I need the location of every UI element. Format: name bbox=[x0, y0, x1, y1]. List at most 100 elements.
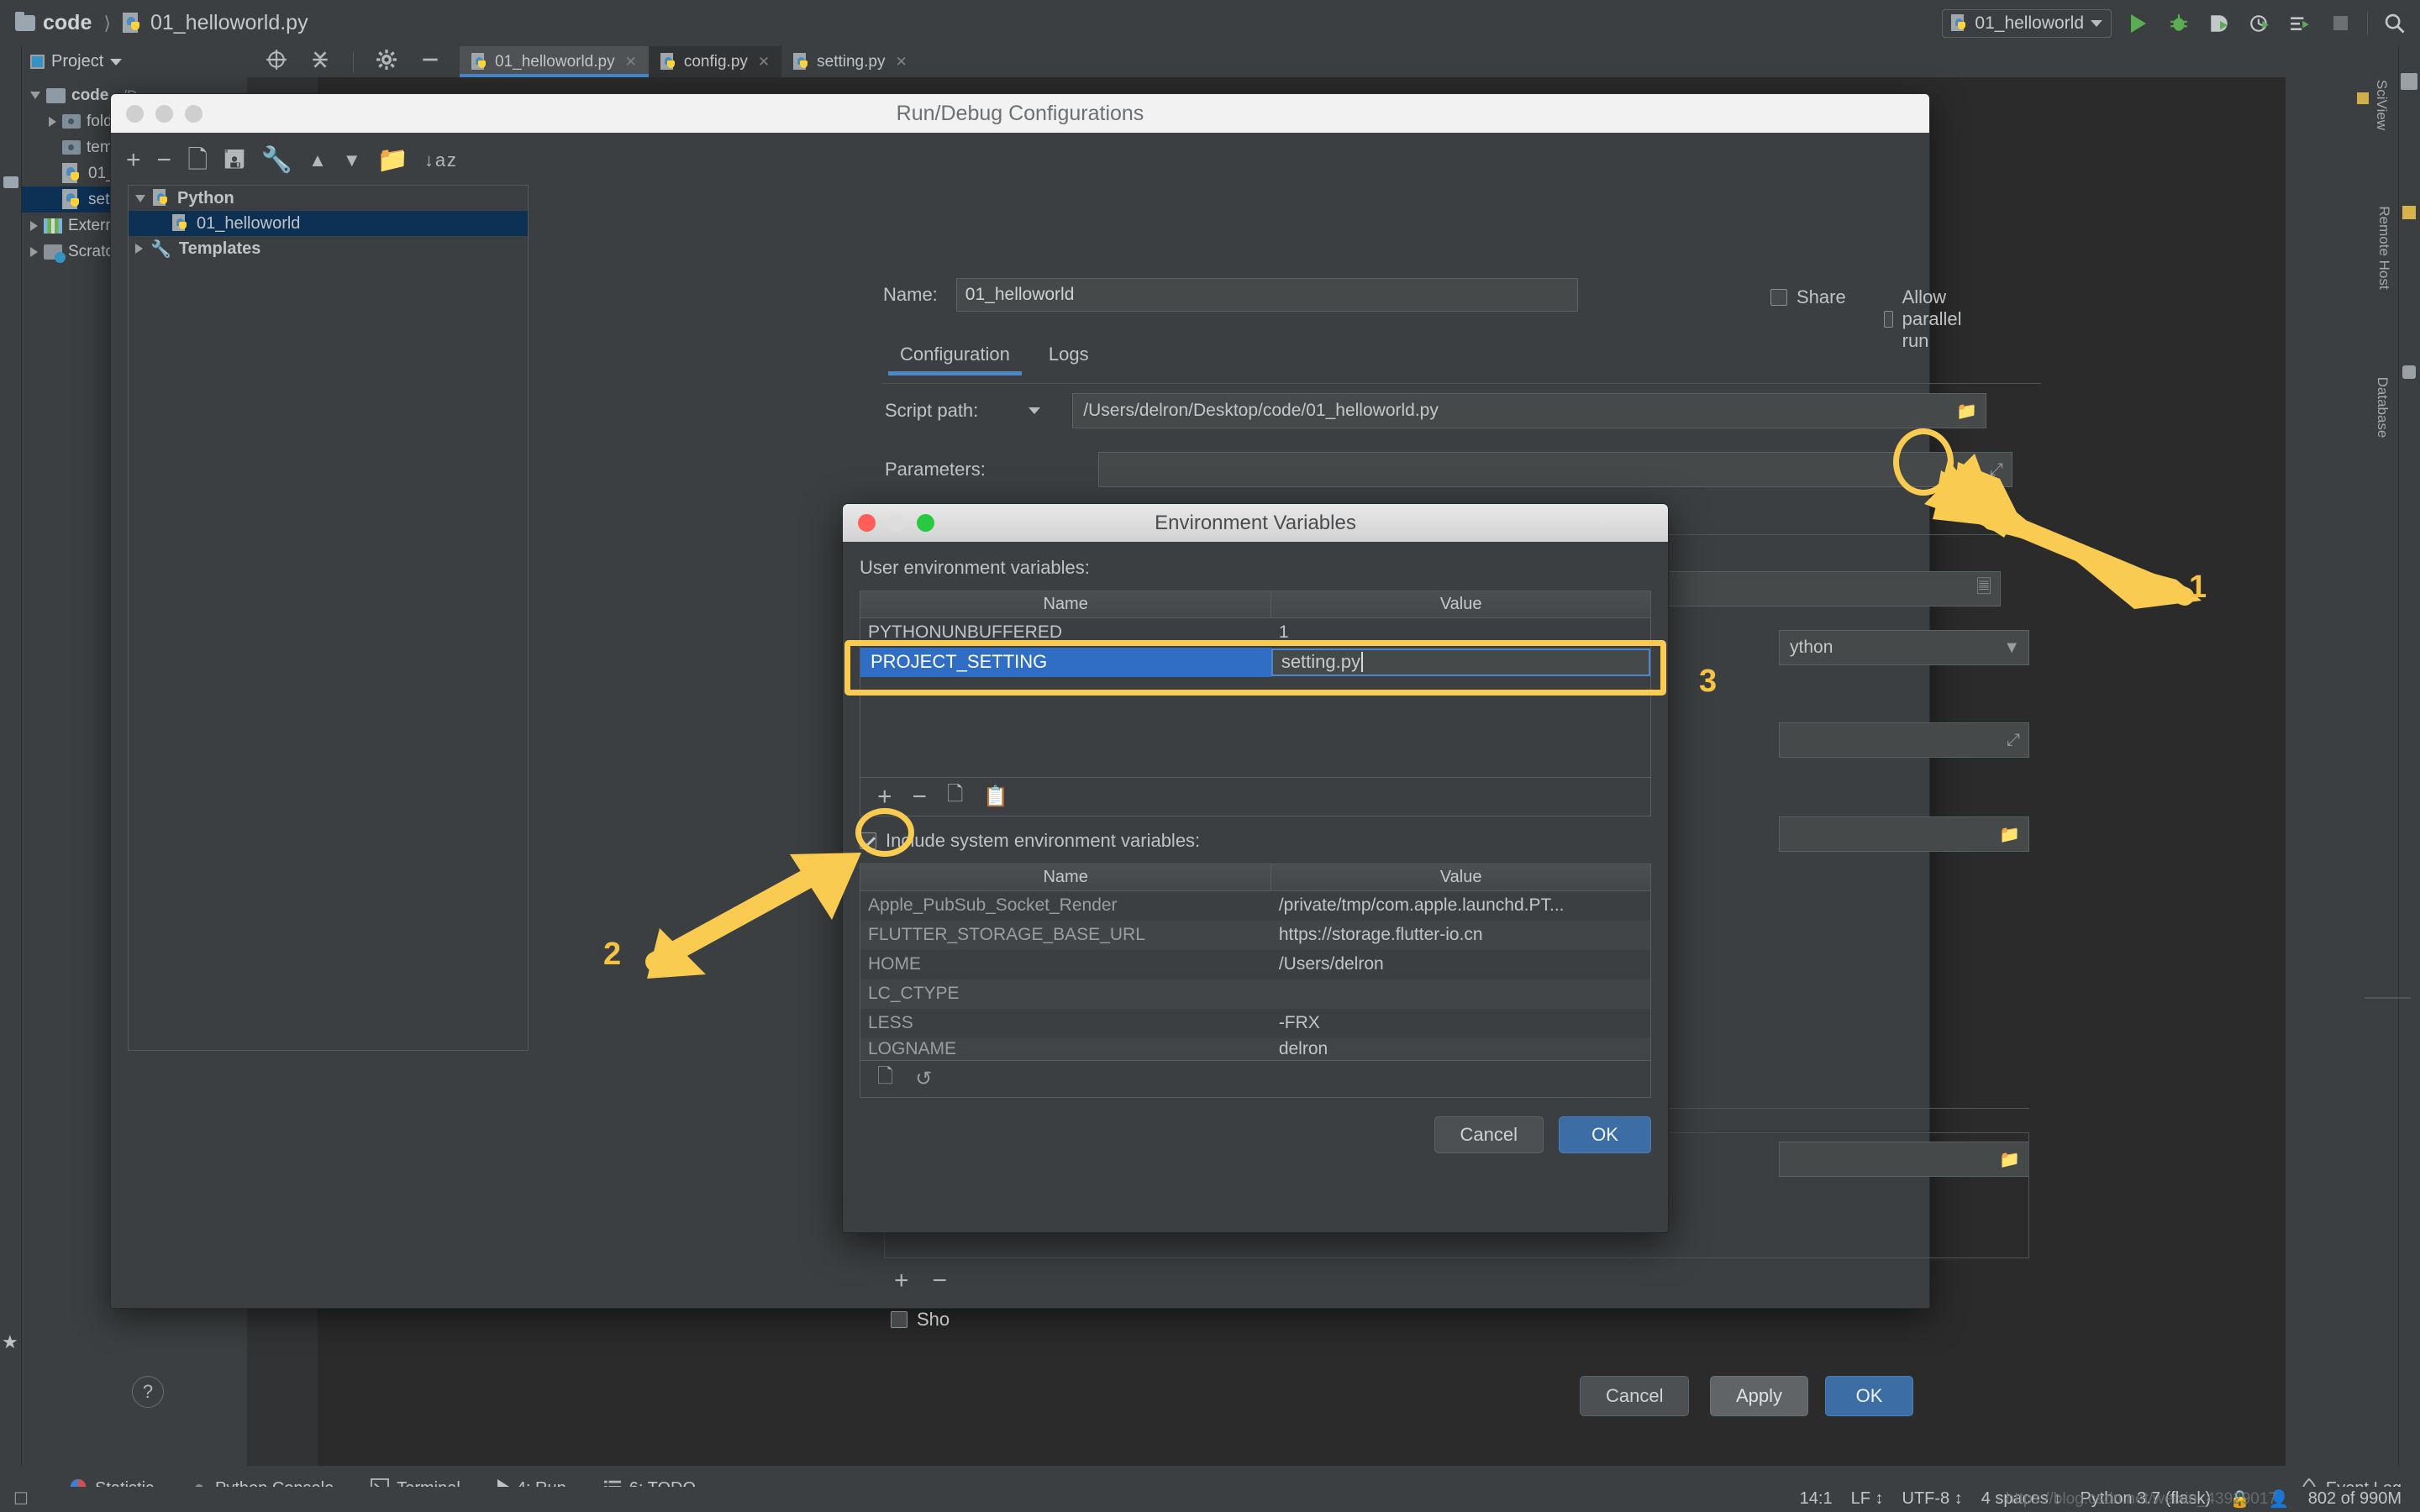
run-icon[interactable] bbox=[2125, 10, 2152, 37]
env-vars-browse-button[interactable]: 🗏 bbox=[1976, 573, 1991, 605]
column-header-name[interactable]: Name bbox=[860, 864, 1271, 891]
chevron-right-icon[interactable] bbox=[30, 221, 38, 231]
table-row[interactable]: Apple_PubSub_Socket_Render /private/tmp/… bbox=[860, 891, 1651, 921]
tool-sciview[interactable]: SciView bbox=[2373, 59, 2390, 151]
wrench-icon[interactable]: 🔧 bbox=[261, 148, 292, 173]
column-header-value[interactable]: Value bbox=[1271, 591, 1651, 618]
help-button[interactable]: ? bbox=[132, 1376, 164, 1408]
ok-button[interactable]: OK bbox=[1825, 1376, 1913, 1416]
status-memory-indicator[interactable]: 802 of 990M bbox=[2308, 1489, 2402, 1509]
share-checkbox-row[interactable]: Share bbox=[1770, 286, 1846, 308]
editor-tab-config[interactable]: config.py ✕ bbox=[649, 46, 781, 77]
remove-env-var-button[interactable]: − bbox=[913, 783, 928, 811]
config-tree-item-01-helloworld[interactable]: 01_helloworld bbox=[129, 211, 528, 236]
remove-icon[interactable]: − bbox=[933, 1267, 948, 1295]
add-icon[interactable]: + bbox=[894, 1267, 909, 1295]
config-tree-group-python[interactable]: Python bbox=[129, 186, 528, 211]
copy-env-var-button[interactable]: 🗋 bbox=[947, 780, 963, 814]
interpreter-options-input[interactable]: ⤢ bbox=[1779, 722, 2029, 758]
search-icon[interactable] bbox=[2381, 10, 2408, 37]
add-env-var-button[interactable]: + bbox=[877, 783, 892, 811]
tab-configuration[interactable]: Configuration bbox=[888, 339, 1022, 375]
chevron-down-icon[interactable] bbox=[110, 59, 122, 66]
browse-folder-icon[interactable]: 📁 bbox=[1999, 824, 2020, 845]
name-input[interactable]: 01_helloworld bbox=[956, 278, 1578, 312]
script-path-input[interactable]: /Users/delron/Desktop/code/01_helloworld… bbox=[1072, 393, 1986, 428]
allow-parallel-checkbox-row[interactable]: Allow parallel run bbox=[1884, 286, 1970, 352]
chevron-down-icon[interactable] bbox=[135, 195, 145, 202]
editor-scrollbar[interactable] bbox=[2286, 77, 2292, 1466]
editor-tab-setting[interactable]: setting.py ✕ bbox=[781, 46, 919, 77]
show-page-checkbox[interactable] bbox=[891, 1311, 908, 1328]
status-caret-position[interactable]: 14:1 bbox=[1800, 1489, 1833, 1509]
chevron-right-icon[interactable] bbox=[135, 244, 143, 254]
table-row[interactable]: LC_CTYPE bbox=[860, 979, 1651, 1009]
close-icon[interactable]: ✕ bbox=[758, 54, 770, 71]
parameters-input[interactable]: ⤢ bbox=[1098, 452, 2012, 487]
table-row[interactable]: LOGNAME delron bbox=[860, 1038, 1651, 1061]
chevron-down-icon[interactable] bbox=[1028, 407, 1040, 414]
chevron-down-icon[interactable] bbox=[2091, 20, 2102, 27]
include-system-row[interactable]: Include system environment variables: bbox=[860, 830, 1651, 852]
breadcrumb-item-code[interactable]: code bbox=[43, 11, 92, 35]
copy-icon[interactable]: 🗋 bbox=[187, 148, 208, 173]
status-line-separator[interactable]: LF ↕ bbox=[1851, 1489, 1884, 1509]
chevron-down-icon[interactable] bbox=[30, 92, 40, 99]
locate-icon[interactable] bbox=[266, 49, 287, 75]
column-header-value[interactable]: Value bbox=[1271, 864, 1651, 891]
close-icon[interactable]: ✕ bbox=[625, 54, 637, 71]
show-page-row[interactable]: Sho bbox=[891, 1309, 950, 1331]
share-checkbox[interactable] bbox=[1770, 289, 1787, 306]
env-cancel-button[interactable]: Cancel bbox=[1434, 1116, 1544, 1153]
close-icon[interactable]: ✕ bbox=[895, 54, 907, 71]
run-configuration-selector[interactable]: 01_helloworld bbox=[1942, 9, 2112, 38]
revert-icon[interactable]: ↺ bbox=[915, 1067, 932, 1091]
table-row[interactable]: FLUTTER_STORAGE_BASE_URL https://storage… bbox=[860, 921, 1651, 950]
python-interpreter-select[interactable]: ython ▼ bbox=[1779, 630, 2029, 665]
debug-icon[interactable] bbox=[2165, 10, 2192, 37]
sys-env-name: LESS bbox=[860, 1009, 1271, 1038]
editor-tab-01-helloworld[interactable]: 01_helloworld.py ✕ bbox=[460, 46, 649, 77]
new-folder-icon[interactable]: 📁 bbox=[377, 148, 408, 173]
status-encoding[interactable]: UTF-8 ↕ bbox=[1902, 1489, 1963, 1509]
run-configuration-label: 01_helloworld bbox=[1975, 13, 2084, 34]
remove-icon[interactable]: − bbox=[157, 148, 172, 173]
allow-parallel-checkbox[interactable] bbox=[1884, 311, 1893, 328]
table-row[interactable]: HOME /Users/delron bbox=[860, 950, 1651, 979]
concurrency-icon[interactable] bbox=[2286, 10, 2313, 37]
minimize-icon[interactable] bbox=[419, 49, 441, 75]
move-up-icon[interactable]: ▲ bbox=[308, 151, 327, 170]
configurations-tree[interactable]: Python 01_helloworld 🔧 Templates bbox=[128, 185, 529, 1051]
working-directory-input[interactable]: 📁 bbox=[1779, 816, 2029, 852]
collapse-all-icon[interactable] bbox=[309, 49, 331, 75]
chevron-right-icon[interactable] bbox=[30, 247, 38, 257]
profile-icon[interactable] bbox=[2246, 10, 2273, 37]
settings-gear-icon[interactable] bbox=[376, 49, 397, 75]
config-tree-group-templates[interactable]: 🔧 Templates bbox=[129, 236, 528, 261]
browse-folder-icon[interactable]: 📁 bbox=[1956, 401, 1977, 422]
tab-logs[interactable]: Logs bbox=[1037, 339, 1101, 375]
editor-marker bbox=[2365, 997, 2411, 999]
system-env-vars-table[interactable]: Name Value Apple_PubSub_Socket_Render /p… bbox=[860, 864, 1651, 1061]
breadcrumb-item-file[interactable]: 01_helloworld.py bbox=[150, 11, 308, 35]
copy-icon[interactable]: 🗋 bbox=[877, 1062, 893, 1096]
breadcrumb[interactable]: code ⟩ 01_helloworld.py bbox=[0, 11, 308, 35]
stop-icon[interactable] bbox=[2327, 10, 2354, 37]
expand-icon[interactable]: ⤢ bbox=[2007, 731, 2020, 750]
paste-env-var-button[interactable]: 📋 bbox=[983, 785, 1008, 809]
add-icon[interactable]: + bbox=[126, 148, 141, 173]
sort-alpha-icon[interactable]: ↓ a z bbox=[424, 151, 456, 170]
expand-icon[interactable]: ⤢ bbox=[1990, 460, 2003, 480]
save-icon[interactable]: 🖪 bbox=[224, 148, 245, 173]
apply-button[interactable]: Apply bbox=[1710, 1376, 1808, 1416]
column-header-name[interactable]: Name bbox=[860, 591, 1271, 618]
table-row[interactable]: LESS -FRX bbox=[860, 1009, 1651, 1038]
chevron-right-icon[interactable] bbox=[49, 117, 56, 127]
cancel-button[interactable]: Cancel bbox=[1580, 1376, 1689, 1416]
chevron-down-icon[interactable]: ▼ bbox=[2003, 638, 2020, 658]
env-ok-button[interactable]: OK bbox=[1559, 1116, 1651, 1153]
tool-remote-host[interactable]: Remote Host bbox=[2375, 193, 2392, 302]
tool-database[interactable]: Database bbox=[2374, 357, 2391, 458]
coverage-icon[interactable] bbox=[2206, 10, 2233, 37]
move-down-icon[interactable]: ▼ bbox=[343, 151, 361, 170]
